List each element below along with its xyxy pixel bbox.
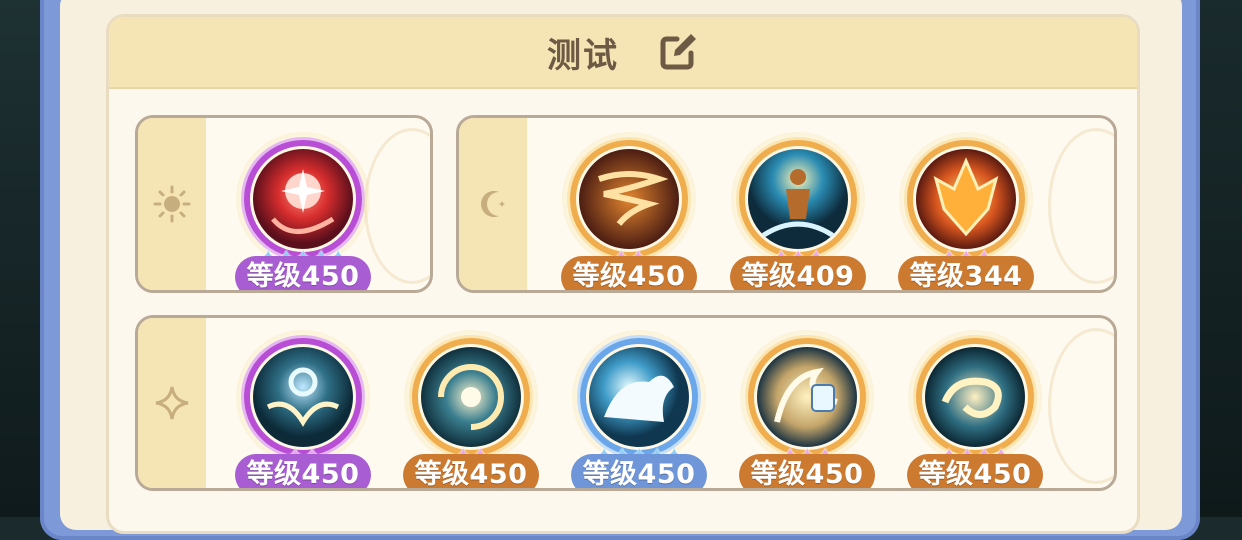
sparkle-icon bbox=[155, 386, 189, 420]
cyclone-shield-skill-icon bbox=[757, 347, 857, 447]
rising-figure-skill-icon bbox=[748, 149, 848, 249]
level-badge: 等级450 bbox=[907, 454, 1043, 488]
level-badge: 等级344 bbox=[898, 256, 1034, 290]
skill-slot[interactable]: ✦✦✦ 等级450 bbox=[737, 328, 877, 488]
skill-slot[interactable]: ✦✦ 等级450 bbox=[401, 328, 541, 488]
group-tab-sun bbox=[138, 118, 206, 290]
group-tab-sparkle bbox=[138, 318, 206, 488]
skill-group-sparkle: ✦✦ 等级450 ✦✦ 等级450 ✦✦✦✦✦ 等级450 bbox=[135, 315, 1117, 491]
level-badge: 等级450 bbox=[571, 454, 707, 488]
group-tab-moon bbox=[459, 118, 527, 290]
skill-group-moon: ✦✦ 等级450 ✦✦✦ 等级409 ✦✦✦ bbox=[456, 115, 1117, 293]
winged-vortex-skill-icon bbox=[253, 347, 353, 447]
skill-card: 测试 等级450 等级450 等级409 等级344 等级450 等级450 等… bbox=[106, 14, 1140, 534]
skill-slot[interactable]: ✦✦✦ 等级344 bbox=[896, 130, 1036, 290]
moon-icon bbox=[481, 191, 505, 217]
edit-icon[interactable] bbox=[657, 31, 699, 73]
card-header: 测试 bbox=[109, 17, 1137, 89]
sun-icon bbox=[153, 185, 191, 223]
tornado-skill-icon bbox=[579, 149, 679, 249]
skill-group-sun: ✦✦✦✦✦ 等级450 bbox=[135, 115, 433, 293]
level-badge: 等级450 bbox=[235, 454, 371, 488]
level-badge: 等级450 bbox=[739, 454, 875, 488]
swirl-vortex-skill-icon bbox=[421, 347, 521, 447]
skill-slot[interactable]: ✦✦✦✦ 等级450 bbox=[905, 328, 1045, 488]
wave-beast-skill-icon bbox=[589, 347, 689, 447]
fire-crest-skill-icon bbox=[916, 149, 1016, 249]
skill-slot[interactable]: ✦✦ 等级450 bbox=[233, 328, 373, 488]
skill-slot[interactable]: ✦✦ 等级450 bbox=[559, 130, 699, 290]
level-badge: 等级409 bbox=[730, 256, 866, 290]
spiral-wind-skill-icon bbox=[925, 347, 1025, 447]
level-badge: 等级450 bbox=[561, 256, 697, 290]
red-orb-skill-icon bbox=[253, 149, 353, 249]
skill-slot[interactable]: ✦✦✦✦✦ 等级450 bbox=[569, 328, 709, 488]
panel-title: 测试 bbox=[547, 35, 619, 76]
skill-slot[interactable]: ✦✦✦ 等级409 bbox=[728, 130, 868, 290]
skill-slot[interactable]: ✦✦✦✦✦ 等级450 bbox=[233, 130, 373, 290]
level-badge: 等级450 bbox=[403, 454, 539, 488]
level-badge: 等级450 bbox=[235, 256, 371, 290]
